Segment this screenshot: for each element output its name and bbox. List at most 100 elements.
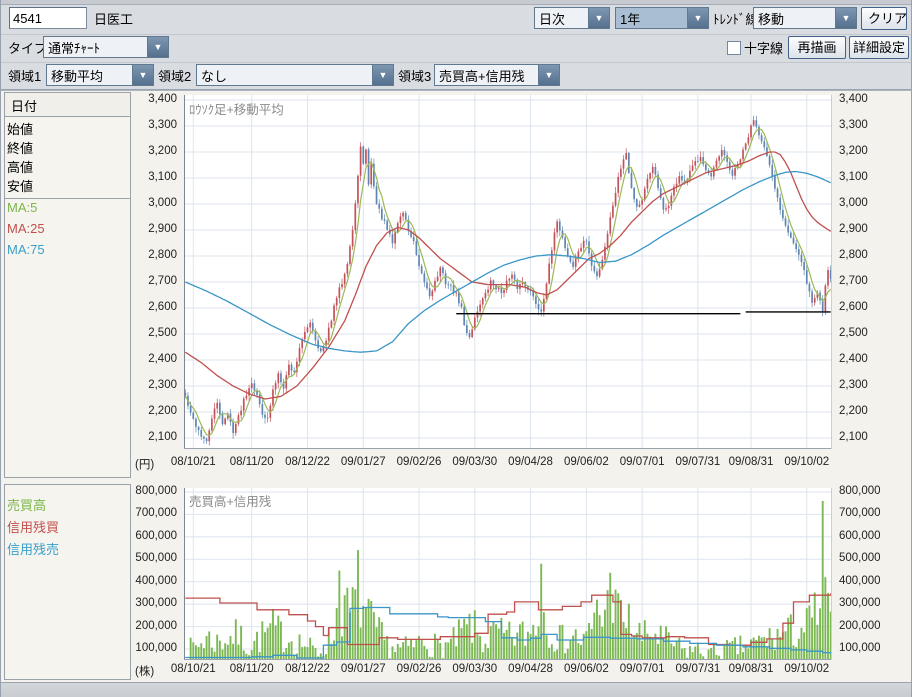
y-axis-tick: 800,000 xyxy=(839,485,881,497)
stock-chart-window: 日医工 日次 ▼ 1年 ▼ ﾄﾚﾝﾄﾞ線 移動 ▼ クリア タイプ 通常ﾁｬｰﾄ… xyxy=(0,0,912,697)
y-axis-tick: 300,000 xyxy=(839,597,881,609)
y-axis-tick: 800,000 xyxy=(129,485,177,497)
chevron-down-icon: ▼ xyxy=(538,65,559,85)
y-axis-tick: 2,500 xyxy=(839,327,868,339)
x-axis-tick: 09/04/28 xyxy=(508,663,553,675)
x-axis-tick: 09/02/26 xyxy=(397,663,442,675)
y-axis-tick: 3,200 xyxy=(129,145,177,157)
redraw-button[interactable]: 再描画 xyxy=(788,36,846,59)
sidebar-date-header: 日付 xyxy=(5,93,130,117)
area2-select[interactable]: なし ▼ xyxy=(196,64,394,86)
toolbar-row-2: タイプ 通常ﾁｬｰﾄ ▼ 十字線 再描画 詳細設定 xyxy=(1,35,912,63)
toolbar-row-1: 日医工 日次 ▼ 1年 ▼ ﾄﾚﾝﾄﾞ線 移動 ▼ クリア xyxy=(1,5,912,35)
stock-code-input[interactable] xyxy=(9,7,87,29)
x-axis-tick: 09/01/27 xyxy=(341,663,386,675)
x-axis-tick: 08/10/21 xyxy=(171,456,216,468)
sidebar-divider xyxy=(5,198,130,199)
y-axis-tick: 2,900 xyxy=(839,223,868,235)
y-axis-tick: 700,000 xyxy=(129,507,177,519)
trendline-type-select[interactable]: 移動 ▼ xyxy=(753,7,857,29)
chevron-down-icon: ▼ xyxy=(132,65,153,85)
y-axis-tick: 3,000 xyxy=(839,197,868,209)
y-axis-tick: 2,800 xyxy=(839,249,868,261)
legend-MA:5: MA:5 xyxy=(7,200,37,215)
legend-MA:25: MA:25 xyxy=(7,221,45,236)
y-axis-tick: 3,000 xyxy=(129,197,177,209)
period-select[interactable]: 日次 ▼ xyxy=(534,7,610,29)
area1-select[interactable]: 移動平均 ▼ xyxy=(46,64,154,86)
y-axis-tick: 2,100 xyxy=(839,431,868,443)
y-axis-tick: 2,400 xyxy=(129,353,177,365)
y-axis-tick: 700,000 xyxy=(839,507,881,519)
x-axis-tick: 08/11/20 xyxy=(230,456,274,468)
legend-MA:75: MA:75 xyxy=(7,242,45,257)
y-axis-tick: 500,000 xyxy=(129,552,177,564)
x-axis-tick: 09/08/31 xyxy=(729,456,774,468)
x-axis-tick: 09/01/27 xyxy=(341,456,386,468)
sidebar-row-始値: 始値 xyxy=(7,119,33,138)
legend-売買高: 売買高 xyxy=(7,495,46,514)
y-axis-tick: 2,300 xyxy=(129,379,177,391)
y-axis-tick: 2,900 xyxy=(129,223,177,235)
y-axis-tick: 3,300 xyxy=(839,119,868,131)
y-axis-tick: 400,000 xyxy=(839,575,881,587)
chevron-down-icon: ▼ xyxy=(835,8,856,28)
crosshair-label: 十字線 xyxy=(744,38,783,57)
volume-chart-plot[interactable] xyxy=(184,488,832,660)
y-axis-tick: 3,400 xyxy=(129,93,177,105)
clear-button[interactable]: クリア xyxy=(861,7,907,30)
y-axis-tick: 2,500 xyxy=(129,327,177,339)
y-axis-tick: 2,700 xyxy=(839,275,868,287)
volume-axis-unit: (株) xyxy=(135,663,154,679)
x-axis-tick: 08/12/22 xyxy=(285,663,330,675)
chevron-down-icon: ▼ xyxy=(372,65,393,85)
x-axis-tick: 09/06/02 xyxy=(564,663,609,675)
x-axis-tick: 09/10/02 xyxy=(784,456,829,468)
area2-label: 領域2 xyxy=(158,66,191,85)
x-axis-tick: 09/08/31 xyxy=(729,663,774,675)
x-axis-tick: 09/02/26 xyxy=(397,456,442,468)
y-axis-tick: 2,800 xyxy=(129,249,177,261)
stock-name-label: 日医工 xyxy=(94,9,133,28)
y-axis-tick: 3,300 xyxy=(129,119,177,131)
status-bar xyxy=(1,682,912,697)
x-axis-tick: 09/07/01 xyxy=(620,663,665,675)
chevron-down-icon: ▼ xyxy=(147,37,168,57)
trendline-label: ﾄﾚﾝﾄﾞ線 xyxy=(713,9,759,28)
main-chart-plot[interactable] xyxy=(184,95,832,449)
x-axis-tick: 08/10/21 xyxy=(171,663,216,675)
x-axis-tick: 09/07/01 xyxy=(620,456,665,468)
y-axis-tick: 3,400 xyxy=(839,93,868,105)
y-axis-tick: 2,600 xyxy=(839,301,868,313)
y-axis-tick: 400,000 xyxy=(129,575,177,587)
chevron-down-icon: ▼ xyxy=(588,8,609,28)
crosshair-checkbox[interactable] xyxy=(727,41,741,55)
area3-select[interactable]: 売買高+信用残 ▼ xyxy=(434,64,560,86)
area1-label: 領域1 xyxy=(8,66,41,85)
detail-settings-button[interactable]: 詳細設定 xyxy=(849,36,909,59)
area3-label: 領域3 xyxy=(398,66,431,85)
x-axis-tick: 09/07/31 xyxy=(675,663,720,675)
y-axis-tick: 3,100 xyxy=(129,171,177,183)
chevron-down-icon: ▼ xyxy=(687,8,708,28)
y-axis-tick: 2,200 xyxy=(839,405,868,417)
y-axis-tick: 3,100 xyxy=(839,171,868,183)
y-axis-tick: 2,700 xyxy=(129,275,177,287)
y-axis-tick: 300,000 xyxy=(129,597,177,609)
range-select[interactable]: 1年 ▼ xyxy=(615,7,709,29)
y-axis-tick: 200,000 xyxy=(129,620,177,632)
x-axis-tick: 09/06/02 xyxy=(564,456,609,468)
y-axis-tick: 2,400 xyxy=(839,353,868,365)
legend-信用残売: 信用残売 xyxy=(7,539,59,558)
chart-type-select[interactable]: 通常ﾁｬｰﾄ ▼ xyxy=(43,36,169,58)
main-axis-unit: (円) xyxy=(135,456,154,472)
y-axis-tick: 2,100 xyxy=(129,431,177,443)
sidebar-row-終値: 終値 xyxy=(7,138,33,157)
x-axis-tick: 09/03/30 xyxy=(452,663,497,675)
y-axis-tick: 2,300 xyxy=(839,379,868,391)
sidebar-row-高値: 高値 xyxy=(7,157,33,176)
x-axis-tick: 08/11/20 xyxy=(230,663,274,675)
volume-chart-title: 売買高+信用残 xyxy=(189,491,271,510)
x-axis-tick: 09/10/02 xyxy=(784,663,829,675)
sidebar-row-安値: 安値 xyxy=(7,176,33,195)
